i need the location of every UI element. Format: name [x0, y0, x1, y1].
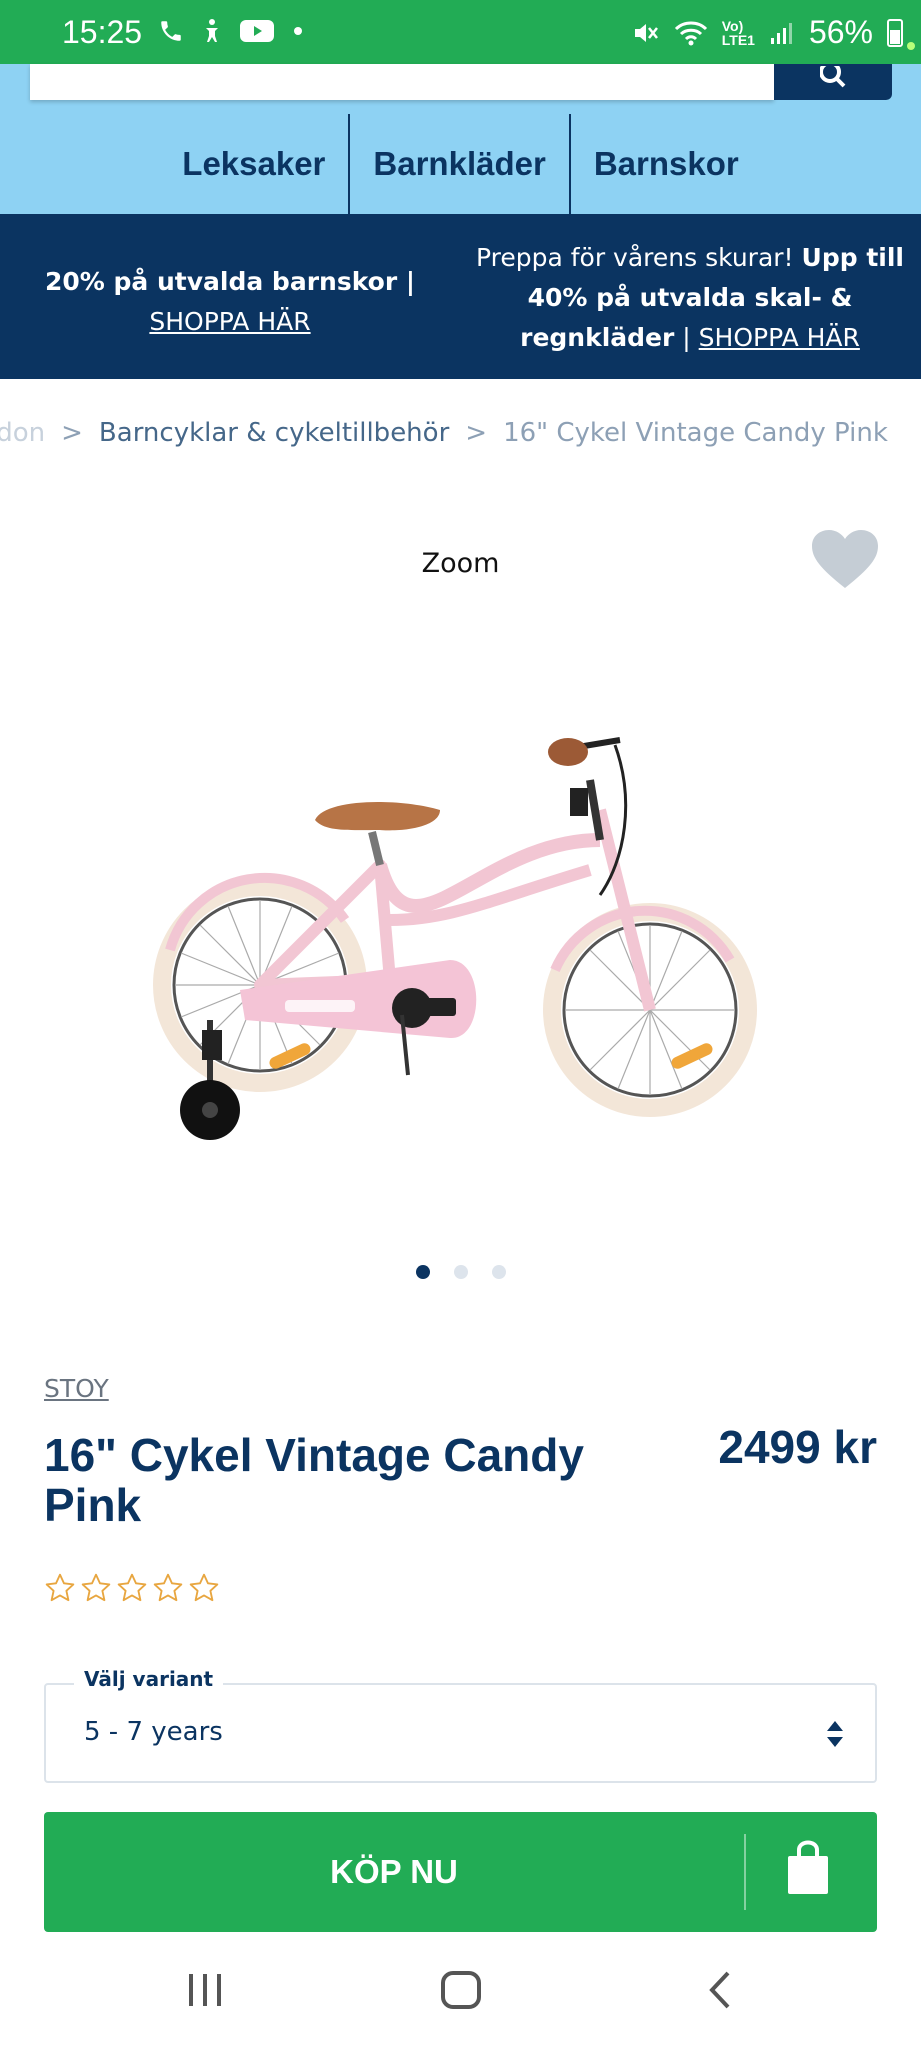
breadcrumb-item-current: 16" Cykel Vintage Candy Pink [503, 418, 888, 448]
battery-percent: 56% [808, 14, 873, 50]
back-icon[interactable] [704, 1970, 734, 2010]
status-time: 15:25 [62, 14, 143, 50]
phone-icon [161, 21, 181, 41]
breadcrumb-item-barncyklar[interactable]: Barncyklar & cykeltillbehör [99, 418, 449, 448]
site-header: Leksaker Barnkläder Barnskor [0, 64, 921, 214]
heart-icon[interactable] [810, 528, 880, 590]
star-icon [117, 1573, 147, 1602]
network-type: Vo) LTE1 [721, 17, 755, 48]
variant-select[interactable]: Välj variant 5 - 7 years [44, 1667, 877, 1783]
gallery-dot[interactable] [415, 1265, 430, 1279]
star-icon [189, 1573, 219, 1602]
breadcrumb-separator: > [61, 418, 83, 448]
product-image[interactable] [150, 720, 770, 1160]
recent-apps-icon[interactable] [186, 1970, 224, 2010]
variant-label: Välj variant [74, 1667, 224, 1691]
promo-banner: 20% på utvalda barnskor | SHOPPA HÄR Pre… [0, 214, 921, 379]
breadcrumb: rdon > Barncyklar & cykeltillbehör > 16"… [0, 418, 921, 458]
product-price: 2499 kr [718, 1421, 877, 1473]
buy-now-button[interactable]: KÖP NU [44, 1812, 877, 1932]
wifi-icon [674, 21, 707, 45]
mute-icon [634, 23, 658, 42]
promo-right: Preppa för vårens skurar! Upp till 40% p… [466, 238, 914, 358]
breadcrumb-separator: > [465, 418, 488, 448]
breadcrumb-item-previous[interactable]: rdon [0, 418, 45, 448]
variant-value: 5 - 7 years [84, 1717, 223, 1747]
category-leksaker[interactable]: Leksaker [159, 114, 348, 214]
promo-left-text: 20% på utvalda barnskor | [44, 267, 416, 296]
gallery-pagination [0, 1265, 921, 1279]
promo-left: 20% på utvalda barnskor | SHOPPA HÄR [40, 262, 420, 342]
select-arrows-icon [827, 1721, 843, 1747]
search-button[interactable] [774, 64, 892, 100]
search-input[interactable] [30, 64, 774, 100]
rating-stars[interactable] [44, 1572, 220, 1604]
home-icon[interactable] [440, 1970, 482, 2010]
notification-dot-icon [294, 27, 302, 35]
star-icon [153, 1573, 183, 1602]
divider [744, 1834, 746, 1910]
star-icon [45, 1573, 75, 1602]
search-icon [820, 66, 846, 88]
charging-dot-icon [907, 42, 915, 50]
gallery-dot[interactable] [453, 1265, 468, 1279]
promo-right-separator: | [674, 323, 699, 352]
youtube-icon [240, 20, 274, 42]
promo-left-link[interactable]: SHOPPA HÄR [149, 307, 310, 336]
buy-now-label: KÖP NU [330, 1853, 458, 1890]
category-barnklader[interactable]: Barnkläder [348, 114, 568, 214]
accessibility-icon [206, 19, 218, 42]
signal-icon [770, 22, 792, 44]
brand-link[interactable]: STOY [44, 1374, 109, 1403]
zoom-label[interactable]: Zoom [0, 548, 921, 579]
promo-right-text: Preppa för vårens skurar! [475, 243, 802, 272]
system-nav-bar [0, 1950, 921, 2047]
battery-icon [887, 18, 903, 47]
status-bar: 15:25 Vo) LTE1 56% [0, 0, 921, 64]
product-title: 16" Cykel Vintage Candy Pink [44, 1429, 584, 1531]
star-icon [81, 1573, 111, 1602]
category-barnskor[interactable]: Barnskor [568, 114, 762, 214]
shopping-bag-icon [788, 1840, 828, 1894]
gallery-dot[interactable] [491, 1265, 506, 1279]
promo-right-link[interactable]: SHOPPA HÄR [699, 323, 860, 352]
category-nav: Leksaker Barnkläder Barnskor [0, 114, 921, 214]
